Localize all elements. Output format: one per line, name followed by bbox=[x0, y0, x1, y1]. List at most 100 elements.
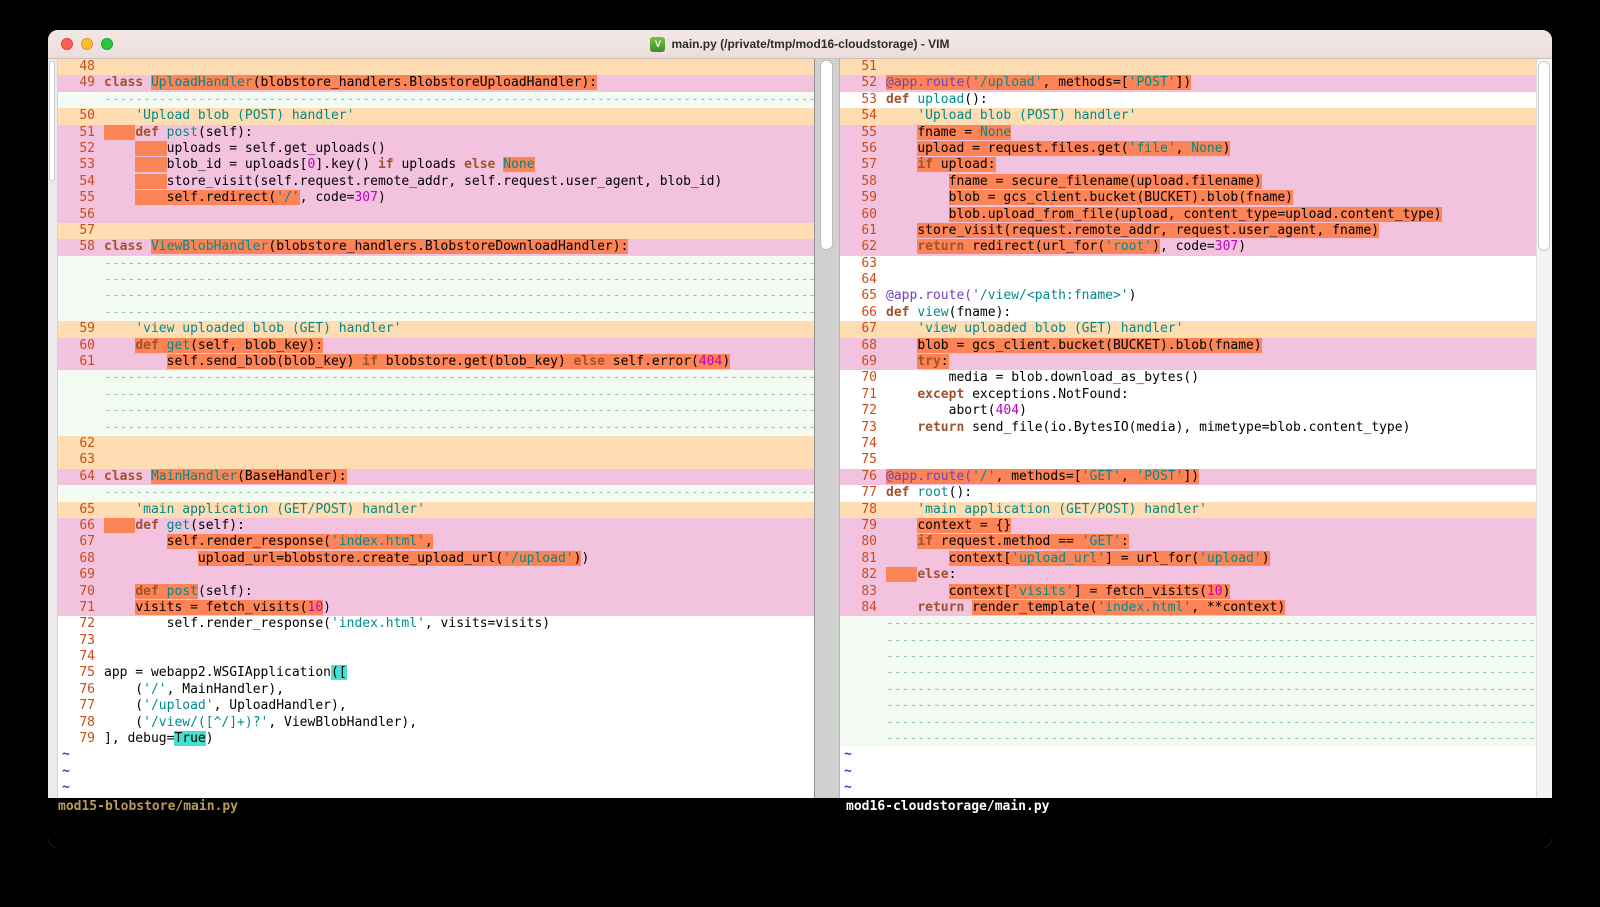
code-line[interactable]: 67 'view uploaded blob (GET) handler' bbox=[840, 321, 1536, 337]
code-line[interactable]: 78 'main application (GET/POST) handler' bbox=[840, 502, 1536, 518]
code-line[interactable]: 55 fname = None bbox=[840, 125, 1536, 141]
code-line[interactable]: 51 def post(self): bbox=[58, 125, 814, 141]
left-pane-scrollbar-thumb[interactable] bbox=[820, 60, 833, 250]
zoom-button[interactable] bbox=[101, 38, 113, 50]
code-line[interactable]: 54 'Upload blob (POST) handler' bbox=[840, 108, 1536, 124]
code-line[interactable]: 70 def post(self): bbox=[58, 584, 814, 600]
right-scrollbar-thumb[interactable] bbox=[1538, 61, 1550, 251]
editor-content: 4849class UploadHandler(blobstore_handle… bbox=[48, 59, 1552, 798]
code-line[interactable]: 61 store_visit(request.remote_addr, requ… bbox=[840, 223, 1536, 239]
code-line[interactable]: 63 bbox=[58, 452, 814, 468]
code-line[interactable]: 73 return send_file(io.BytesIO(media), m… bbox=[840, 420, 1536, 436]
left-scrollbar-track[interactable] bbox=[48, 59, 58, 798]
code-line[interactable]: 75 bbox=[840, 452, 1536, 468]
code-line[interactable]: 58 fname = secure_filename(upload.filena… bbox=[840, 174, 1536, 190]
code-line[interactable]: 68 upload_url=blobstore.create_upload_ur… bbox=[58, 551, 814, 567]
code-line[interactable]: 78 ('/view/([^/]+)?', ViewBlobHandler), bbox=[58, 715, 814, 731]
code-line[interactable]: 67 self.render_response('index.html', bbox=[58, 534, 814, 550]
code-line[interactable]: 77def root(): bbox=[840, 485, 1536, 501]
code-line[interactable]: 59 blob = gcs_client.bucket(BUCKET).blob… bbox=[840, 190, 1536, 206]
code-line[interactable]: 79], debug=True) bbox=[58, 731, 814, 747]
line-number: 69 bbox=[58, 567, 104, 583]
code-line[interactable]: 60 def get(self, blob_key): bbox=[58, 338, 814, 354]
code-line[interactable]: 69 try: bbox=[840, 354, 1536, 370]
code-line[interactable]: 74 bbox=[58, 649, 814, 665]
code-line[interactable]: 54 store_visit(self.request.remote_addr,… bbox=[58, 174, 814, 190]
tilde-line: ~ bbox=[840, 780, 1536, 796]
code-line[interactable]: 63 bbox=[840, 256, 1536, 272]
code-line[interactable]: 52@app.route('/upload', methods=['POST']… bbox=[840, 75, 1536, 91]
code-line[interactable]: 81 context['upload_url'] = url_for('uplo… bbox=[840, 551, 1536, 567]
code-line[interactable]: 56 bbox=[58, 207, 814, 223]
diff-filler-line: ----------------------------------------… bbox=[840, 649, 1536, 665]
code-line[interactable]: 75app = webapp2.WSGIApplication([ bbox=[58, 665, 814, 681]
code-line[interactable]: 77 ('/upload', UploadHandler), bbox=[58, 698, 814, 714]
tilde-line: ~ bbox=[840, 764, 1536, 780]
statusline-right[interactable]: mod16-cloudstorage/main.py bbox=[840, 798, 1552, 815]
code-line[interactable]: 62 bbox=[58, 436, 814, 452]
minimize-button[interactable] bbox=[81, 38, 93, 50]
line-number: 80 bbox=[840, 534, 886, 550]
right-scrollbar-track[interactable] bbox=[1536, 59, 1552, 798]
line-number: 64 bbox=[58, 469, 104, 485]
code-line[interactable]: 59 'view uploaded blob (GET) handler' bbox=[58, 321, 814, 337]
split-divider[interactable] bbox=[814, 59, 840, 798]
line-number: 62 bbox=[58, 436, 104, 452]
line-number: 60 bbox=[58, 338, 104, 354]
code-line[interactable]: 56 upload = request.files.get('file', No… bbox=[840, 141, 1536, 157]
line-number: 70 bbox=[58, 584, 104, 600]
code-line[interactable]: 50 'Upload blob (POST) handler' bbox=[58, 108, 814, 124]
code-line[interactable]: 65 'main application (GET/POST) handler' bbox=[58, 502, 814, 518]
code-line[interactable]: 61 self.send_blob(blob_key) if blobstore… bbox=[58, 354, 814, 370]
code-line[interactable]: 80 if request.method == 'GET': bbox=[840, 534, 1536, 550]
traffic-lights bbox=[61, 38, 113, 50]
code-line[interactable]: 82 else: bbox=[840, 567, 1536, 583]
statusline-left[interactable]: mod15-blobstore/main.py bbox=[48, 798, 840, 815]
code-line[interactable]: 51 bbox=[840, 59, 1536, 75]
code-line[interactable]: 48 bbox=[58, 59, 814, 75]
code-line[interactable]: 73 bbox=[58, 633, 814, 649]
code-line[interactable]: 83 context['visits'] = fetch_visits(10) bbox=[840, 584, 1536, 600]
code-line[interactable]: 76@app.route('/', methods=['GET', 'POST'… bbox=[840, 469, 1536, 485]
code-line[interactable]: 71 visits = fetch_visits(10) bbox=[58, 600, 814, 616]
line-number: 65 bbox=[58, 502, 104, 518]
code-line[interactable]: 79 context = {} bbox=[840, 518, 1536, 534]
code-line[interactable]: 60 blob.upload_from_file(upload, content… bbox=[840, 207, 1536, 223]
code-line[interactable]: 55 self.redirect('/', code=307) bbox=[58, 190, 814, 206]
code-line[interactable]: 64class MainHandler(BaseHandler): bbox=[58, 469, 814, 485]
code-line[interactable]: 49class UploadHandler(blobstore_handlers… bbox=[58, 75, 814, 91]
code-line[interactable]: 68 blob = gcs_client.bucket(BUCKET).blob… bbox=[840, 338, 1536, 354]
line-number: 61 bbox=[840, 223, 886, 239]
code-line[interactable]: 66 def get(self): bbox=[58, 518, 814, 534]
line-number: 59 bbox=[840, 190, 886, 206]
close-button[interactable] bbox=[61, 38, 73, 50]
diff-filler-line: ----------------------------------------… bbox=[58, 403, 814, 419]
code-line[interactable]: 74 bbox=[840, 436, 1536, 452]
diff-filler-line: ----------------------------------------… bbox=[840, 715, 1536, 731]
code-line[interactable]: 53 blob_id = uploads[0].key() if uploads… bbox=[58, 157, 814, 173]
code-line[interactable]: 53def upload(): bbox=[840, 92, 1536, 108]
code-line[interactable]: 66def view(fname): bbox=[840, 305, 1536, 321]
left-scrollbar-thumb[interactable] bbox=[49, 61, 55, 181]
code-line[interactable]: 62 return redirect(url_for('root'), code… bbox=[840, 239, 1536, 255]
code-line[interactable]: 57 bbox=[58, 223, 814, 239]
line-number: 66 bbox=[840, 305, 886, 321]
code-line[interactable]: 84 return render_template('index.html', … bbox=[840, 600, 1536, 616]
line-number: 63 bbox=[840, 256, 886, 272]
code-line[interactable]: 76 ('/', MainHandler), bbox=[58, 682, 814, 698]
line-number: 56 bbox=[58, 207, 104, 223]
code-line[interactable]: 69 bbox=[58, 567, 814, 583]
code-line[interactable]: 57 if upload: bbox=[840, 157, 1536, 173]
code-line[interactable]: 52 uploads = self.get_uploads() bbox=[58, 141, 814, 157]
line-number: 53 bbox=[58, 157, 104, 173]
line-number: 78 bbox=[840, 502, 886, 518]
code-line[interactable]: 70 media = blob.download_as_bytes() bbox=[840, 370, 1536, 386]
code-line[interactable]: 72 self.render_response('index.html', vi… bbox=[58, 616, 814, 632]
code-line[interactable]: 58class ViewBlobHandler(blobstore_handle… bbox=[58, 239, 814, 255]
code-line[interactable]: 64 bbox=[840, 272, 1536, 288]
line-number: 55 bbox=[58, 190, 104, 206]
code-line[interactable]: 71 except exceptions.NotFound: bbox=[840, 387, 1536, 403]
code-line[interactable]: 65@app.route('/view/<path:fname>') bbox=[840, 288, 1536, 304]
line-number: 48 bbox=[58, 59, 104, 75]
code-line[interactable]: 72 abort(404) bbox=[840, 403, 1536, 419]
